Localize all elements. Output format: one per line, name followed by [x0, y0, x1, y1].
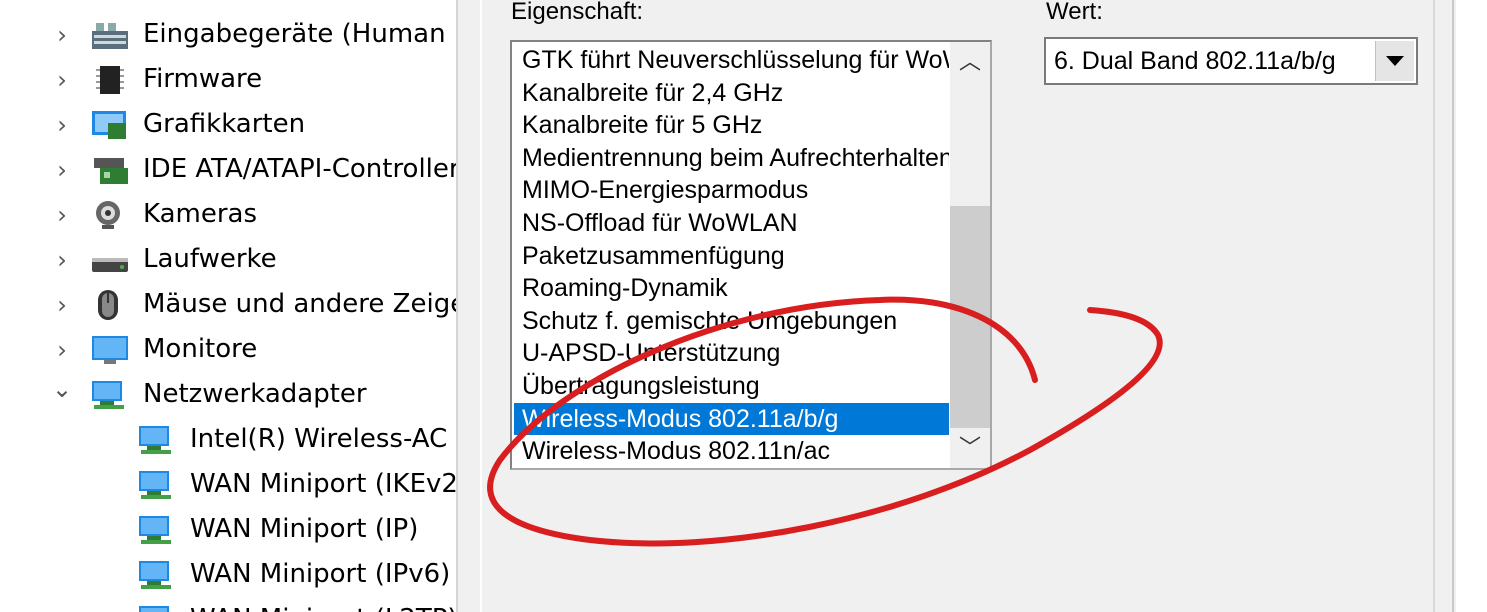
property-list-item[interactable]: Übertragungsleistung: [514, 370, 949, 402]
scroll-down-icon[interactable]: ﹀: [950, 428, 990, 468]
property-list-item[interactable]: Schutz f. gemischte Umgebungen: [514, 305, 949, 337]
tree-item-label: Mäuse und andere Zeigegeräte: [143, 289, 456, 319]
network-adapter-icon: [137, 424, 177, 456]
property-list-item[interactable]: Wireless-Modus 802.11a/b/g: [514, 402, 949, 435]
tree-item-label: Monitore: [143, 334, 258, 364]
panel-divider: [1433, 0, 1435, 612]
property-list-item[interactable]: NS-Offload für WoWLAN: [514, 207, 949, 239]
tree-item-label: WAN Miniport (IPv6): [190, 559, 451, 589]
value-dropdown-text: 6. Dual Band 802.11a/b/g: [1054, 47, 1336, 75]
monitor-icon: [90, 334, 130, 366]
value-dropdown[interactable]: 6. Dual Band 802.11a/b/g: [1044, 37, 1418, 85]
property-listbox[interactable]: Wireless-Modus 802.11n/ac Wireless-Modus …: [510, 40, 992, 470]
chevron-right-icon[interactable]: ›: [50, 245, 74, 275]
tree-item-label: Firmware: [143, 64, 263, 94]
tree-device-item[interactable]: Intel(R) Wireless-AC 9560: [0, 417, 456, 462]
tree-category-item[interactable]: › Kameras: [0, 192, 456, 237]
tree-category-item[interactable]: › Grafikkarten: [0, 102, 456, 147]
property-list-scrollbar[interactable]: ︿ ﹀: [950, 42, 990, 468]
display-adapter-icon: [90, 109, 130, 141]
value-caption: Wert:: [1046, 0, 1103, 25]
network-adapter-icon: [137, 514, 177, 546]
tree-item-label: Laufwerke: [143, 244, 277, 274]
property-list-item[interactable]: Kanalbreite für 5 GHz: [514, 109, 949, 141]
disk-drive-icon: [90, 244, 130, 276]
tree-item-label: IDE ATA/ATAPI-Controller: [143, 154, 456, 184]
tree-category-item[interactable]: › Eingabegeräte (Human Interface Devices): [0, 12, 456, 57]
property-list-item[interactable]: Roaming-Dynamik: [514, 272, 949, 304]
tree-category-item[interactable]: › Monitore: [0, 327, 456, 372]
scroll-thumb[interactable]: [950, 206, 990, 428]
device-tree: › Eingabegeräte (Human Interface Devices)…: [0, 0, 456, 612]
property-list-item[interactable]: Medientrennung beim Aufrechterhalten: [514, 142, 949, 174]
tree-category-item[interactable]: › Firmware: [0, 57, 456, 102]
ide-controller-icon: [90, 154, 130, 186]
chevron-right-icon[interactable]: ›: [50, 20, 74, 50]
network-adapter-icon: [137, 559, 177, 591]
tree-category-item[interactable]: ⌄ Netzwerkadapter: [0, 372, 456, 417]
property-list-item[interactable]: U-APSD-Unterstützung: [514, 337, 949, 369]
tree-item-label: Kameras: [143, 199, 258, 229]
tree-device-item[interactable]: WAN Miniport (IP): [0, 507, 456, 552]
tree-device-item[interactable]: WAN Miniport (IKEv2): [0, 462, 456, 507]
camera-icon: [90, 199, 130, 231]
property-list-item[interactable]: Kanalbreite für 2,4 GHz: [514, 77, 949, 109]
tree-item-label: Intel(R) Wireless-AC 9560: [190, 424, 456, 454]
tree-category-item[interactable]: › Laufwerke: [0, 237, 456, 282]
chevron-right-icon[interactable]: ›: [50, 200, 74, 230]
tree-item-label: Netzwerkadapter: [143, 379, 367, 409]
network-adapter-icon: [137, 604, 177, 612]
chevron-down-icon[interactable]: ⌄: [50, 374, 74, 404]
tree-item-label: WAN Miniport (L2TP): [190, 603, 456, 612]
dialog-edge: [1456, 0, 1487, 612]
tree-item-label: WAN Miniport (IP): [190, 514, 419, 544]
property-caption: Eigenschaft:: [511, 0, 644, 25]
network-adapter-icon: [90, 379, 130, 411]
property-list-item[interactable]: Paketzusammenfügung: [514, 240, 949, 272]
property-list-item[interactable]: MIMO-Energiesparmodus: [514, 174, 949, 206]
property-list-item[interactable]: Wireless-Modus 802.11n/ac: [514, 435, 949, 467]
tree-device-item[interactable]: WAN Miniport (IPv6): [0, 552, 456, 597]
tree-item-label: WAN Miniport (IKEv2): [190, 469, 456, 499]
property-list-item[interactable]: GTK führt Neuverschlüsselung für WoWLAN …: [514, 44, 949, 76]
chevron-right-icon[interactable]: ›: [50, 110, 74, 140]
dropdown-arrow-icon[interactable]: [1375, 41, 1414, 81]
chevron-right-icon[interactable]: ›: [50, 290, 74, 320]
tree-category-item[interactable]: › IDE ATA/ATAPI-Controller: [0, 147, 456, 192]
scroll-up-icon[interactable]: ︿: [950, 42, 990, 82]
tree-item-label: Eingabegeräte (Human Interface Devices): [143, 19, 456, 49]
input-device-icon: [90, 19, 130, 51]
chevron-right-icon[interactable]: ›: [50, 155, 74, 185]
chevron-right-icon[interactable]: ›: [50, 335, 74, 365]
firmware-chip-icon: [90, 64, 130, 96]
tree-category-item[interactable]: › Mäuse und andere Zeigegeräte: [0, 282, 456, 327]
tree-device-item[interactable]: WAN Miniport (L2TP): [0, 597, 456, 612]
network-adapter-icon: [137, 469, 177, 501]
mouse-icon: [90, 289, 130, 321]
chevron-right-icon[interactable]: ›: [50, 65, 74, 95]
tree-item-label: Grafikkarten: [143, 109, 306, 139]
